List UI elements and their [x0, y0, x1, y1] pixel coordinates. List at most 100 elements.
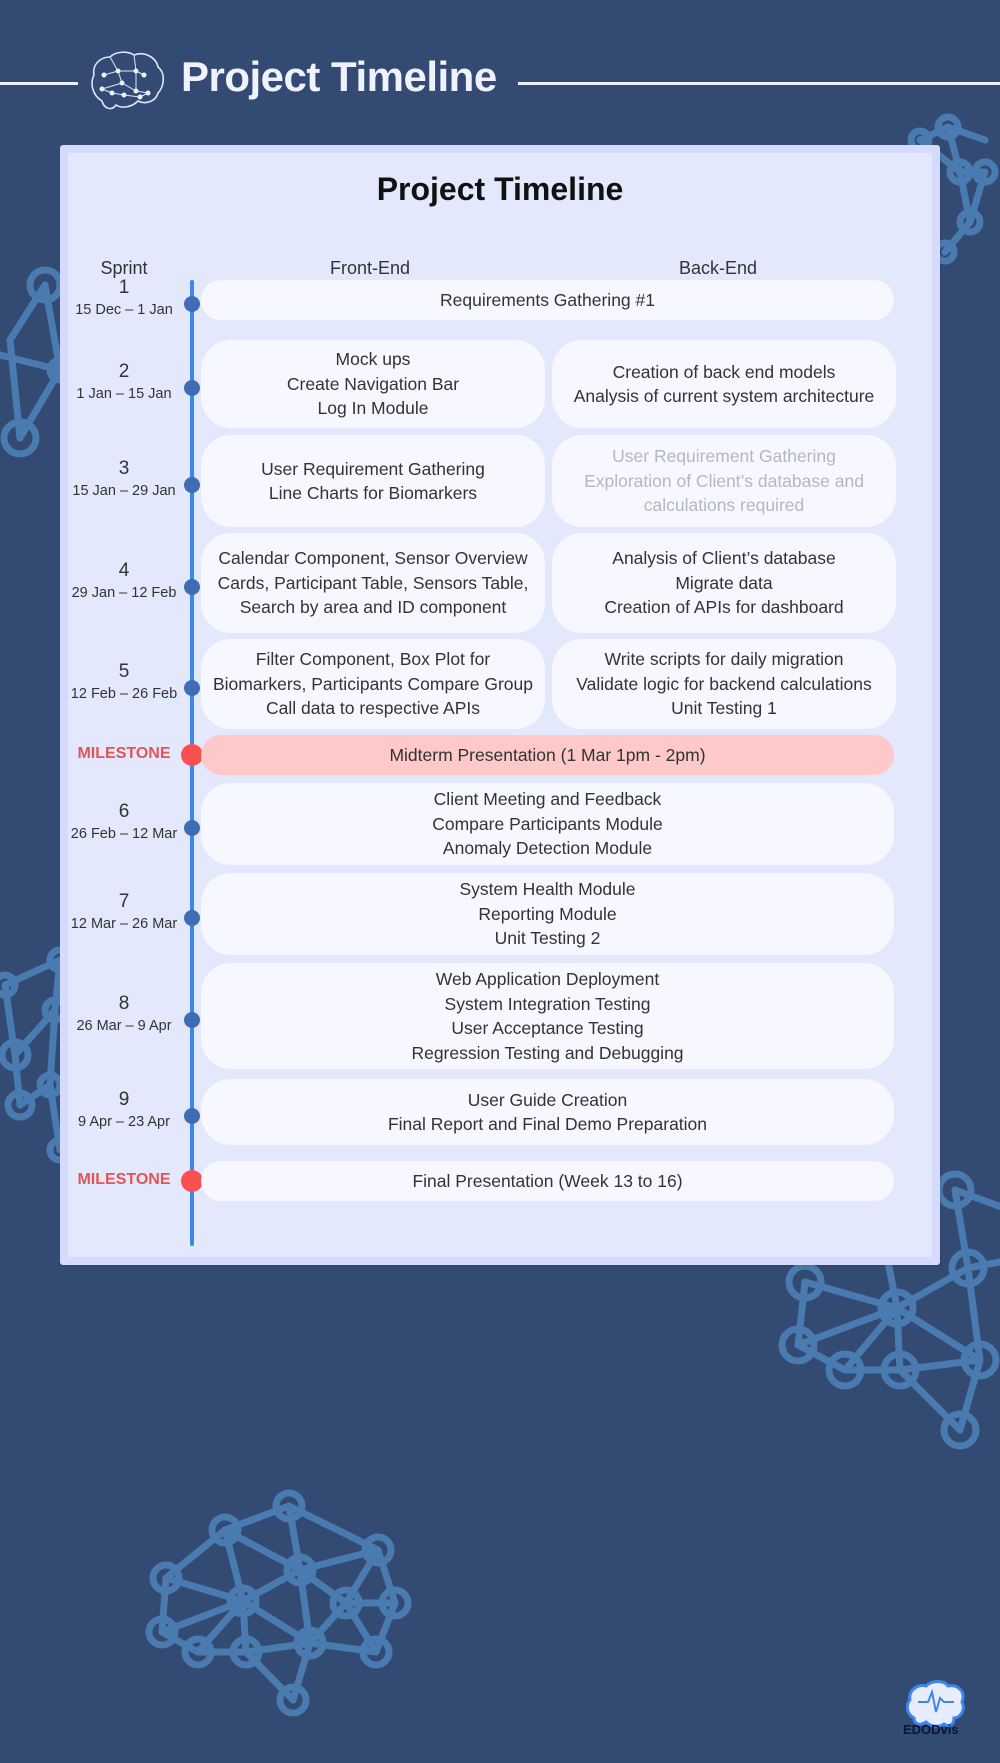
- logo-text: EDODvis: [903, 1722, 959, 1737]
- sprint-row: 1 15 Dec – 1 Jan Requirements Gathering #1: [68, 277, 932, 320]
- task-line: System Integration Testing: [444, 993, 651, 1014]
- sprint-dates: 29 Jan – 12 Feb: [71, 585, 177, 601]
- sprint-label: 5 12 Feb – 26 Feb: [68, 660, 180, 704]
- task-line: Anomaly Detection Module: [442, 838, 653, 859]
- sprint-row: 7 12 Mar – 26 Mar System Health Module Repo…: [68, 873, 932, 955]
- sprint-number: 7: [118, 891, 130, 912]
- task-line: Client Meeting and Feedback: [433, 789, 662, 810]
- sprint-dates: 12 Mar – 26 Mar: [70, 916, 178, 932]
- task-line: Write scripts for daily migration: [604, 649, 844, 670]
- sprint-dot-icon: [184, 910, 200, 926]
- sprint-row: 2 1 Jan – 15 Jan Mock ups Create Navigation…: [68, 340, 932, 428]
- task-line: User Requirement Gathering: [612, 446, 836, 467]
- sprint-dates: 15 Jan – 29 Jan: [72, 483, 176, 499]
- task-line: Reporting Module: [478, 903, 617, 924]
- sprint-row: 3 15 Jan – 29 Jan User Requirement Gatheri…: [68, 435, 932, 527]
- sprint-row: 5 12 Feb – 26 Feb Filter Component, Box Pl…: [68, 639, 932, 729]
- sprint-row: 4 29 Jan – 12 Feb Calendar Component, Sens…: [68, 533, 932, 633]
- task-line: Regression Testing and Debugging: [411, 1042, 684, 1063]
- sprint-label: 2 1 Jan – 15 Jan: [68, 360, 180, 404]
- milestone-pill: Midterm Presentation (1 Mar 1pm - 2pm): [201, 735, 894, 775]
- sprint-dates: 1 Jan – 15 Jan: [76, 386, 172, 402]
- task-line: Midterm Presentation (1 Mar 1pm - 2pm): [389, 744, 706, 765]
- task-line: Exploration of Client’s database and: [584, 470, 864, 491]
- task-pill-front-end: Mock ups Create Navigation Bar Log In Modu…: [201, 340, 545, 428]
- sprint-dates: 15 Dec – 1 Jan: [75, 302, 173, 318]
- task-line: Search by area and ID component: [239, 597, 507, 618]
- header-title: Project Timeline: [181, 53, 497, 100]
- task-line: User Guide Creation: [467, 1089, 628, 1110]
- task-line: Filter Component, Box Plot for: [255, 649, 491, 670]
- task-line: Create Navigation Bar: [286, 373, 460, 394]
- page-header: Project Timeline: [0, 45, 1000, 120]
- card-title: Project Timeline: [376, 171, 624, 207]
- task-line: System Health Module: [459, 879, 636, 900]
- task-pill-full: System Health Module Reporting Module Unit…: [201, 873, 894, 955]
- edodvis-logo: EDODvis: [898, 1680, 970, 1745]
- sprint-dot-icon: [184, 579, 200, 595]
- task-pill-back-end: User Requirement Gathering Exploration of…: [552, 435, 896, 527]
- sprint-label: 4 29 Jan – 12 Feb: [68, 559, 180, 603]
- task-line: Validate logic for backend calculations: [576, 673, 872, 694]
- sprint-dot-icon: [184, 680, 200, 696]
- milestone-row: MILESTONE Final Presentation (Week 13 to …: [68, 1161, 932, 1201]
- sprint-dot-icon: [184, 820, 200, 836]
- header-rule-right: [518, 82, 1000, 85]
- task-pill-full: Requirements Gathering #1: [201, 280, 894, 320]
- sprint-dot-icon: [184, 477, 200, 493]
- milestone-label: MILESTONE: [77, 1171, 171, 1188]
- task-line: Call data to respective APIs: [266, 698, 480, 719]
- task-line: Unit Testing 1: [671, 698, 777, 719]
- task-line: Line Charts for Biomarkers: [268, 483, 478, 503]
- milestone-row: MILESTONE Midterm Presentation (1 Mar 1pm…: [68, 735, 932, 775]
- task-line: Mock ups: [335, 349, 411, 370]
- milestone-pill: Final Presentation (Week 13 to 16): [201, 1161, 894, 1201]
- task-pill-front-end: User Requirement Gathering Line Charts fo…: [201, 435, 545, 527]
- milestone-dot-icon: [181, 1170, 203, 1192]
- task-line: Analysis of current system architecture: [573, 386, 875, 406]
- sprint-dates: 26 Mar – 9 Apr: [76, 1018, 172, 1034]
- task-pill-front-end: Filter Component, Box Plot for Biomarkers…: [201, 639, 545, 729]
- sprint-dot-icon: [184, 1108, 200, 1124]
- sprint-dates: 26 Feb – 12 Mar: [70, 826, 178, 842]
- sprint-row: 9 9 Apr – 23 Apr User Guide Creation Final …: [68, 1079, 932, 1145]
- task-line: Requirements Gathering #1: [440, 289, 655, 310]
- sprint-label: 3 15 Jan – 29 Jan: [68, 457, 180, 501]
- task-line: calculations required: [643, 495, 805, 516]
- task-line: User Requirement Gathering: [261, 458, 485, 479]
- task-pill-full: Client Meeting and Feedback Compare Parti…: [201, 783, 894, 865]
- task-line: Final Presentation (Week 13 to 16): [412, 1170, 683, 1191]
- timeline-card: Project Timeline Sprint Front-End Back-E…: [60, 145, 940, 1265]
- sprint-number: 1: [118, 277, 130, 298]
- task-line: Calendar Component, Sensor Overview: [218, 548, 528, 569]
- header-rule-left: [0, 82, 78, 85]
- task-line: User Acceptance Testing: [451, 1018, 644, 1038]
- sprint-row: 6 26 Feb – 12 Mar Client Meeting and Feedb…: [68, 783, 932, 865]
- sprint-number: 8: [118, 993, 130, 1014]
- task-pill-back-end: Creation of back end models Analysis of c…: [552, 340, 896, 428]
- brain-network-icon: [91, 51, 165, 110]
- sprint-label: 6 26 Feb – 12 Mar: [68, 800, 180, 844]
- task-line: Biomarkers, Participants Compare Group: [213, 673, 533, 694]
- task-pill-full: Web Application Deployment System Integra…: [201, 963, 894, 1069]
- task-line: Migrate data: [675, 572, 773, 593]
- network-decoration-bottom-left: [145, 1489, 412, 1717]
- task-line: Unit Testing 2: [494, 928, 601, 949]
- milestone-dot-icon: [181, 744, 203, 766]
- task-line: Analysis of Client’s database: [612, 548, 836, 569]
- sprint-dates: 12 Feb – 26 Feb: [70, 686, 178, 702]
- task-line: Creation of back end models: [612, 361, 836, 382]
- sprint-dates: 9 Apr – 23 Apr: [78, 1114, 170, 1130]
- sprint-label: 7 12 Mar – 26 Mar: [68, 890, 180, 934]
- task-line: Creation of APIs for dashboard: [604, 597, 844, 618]
- sprint-label: 8 26 Mar – 9 Apr: [68, 992, 180, 1036]
- task-line: Cards, Participant Table, Sensors Table,: [217, 572, 529, 593]
- sprint-dot-icon: [184, 1012, 200, 1028]
- sprint-number: 4: [118, 560, 130, 581]
- task-line: Web Application Deployment: [435, 969, 660, 989]
- sprint-row: 8 26 Mar – 9 Apr Web Application Deploymen…: [68, 963, 932, 1069]
- task-pill-back-end: Write scripts for daily migration Validat…: [552, 639, 896, 729]
- task-line: Final Report and Final Demo Preparation: [387, 1114, 708, 1134]
- sprint-number: 5: [118, 661, 130, 682]
- task-pill-front-end: Calendar Component, Sensor Overview Cards…: [201, 533, 545, 633]
